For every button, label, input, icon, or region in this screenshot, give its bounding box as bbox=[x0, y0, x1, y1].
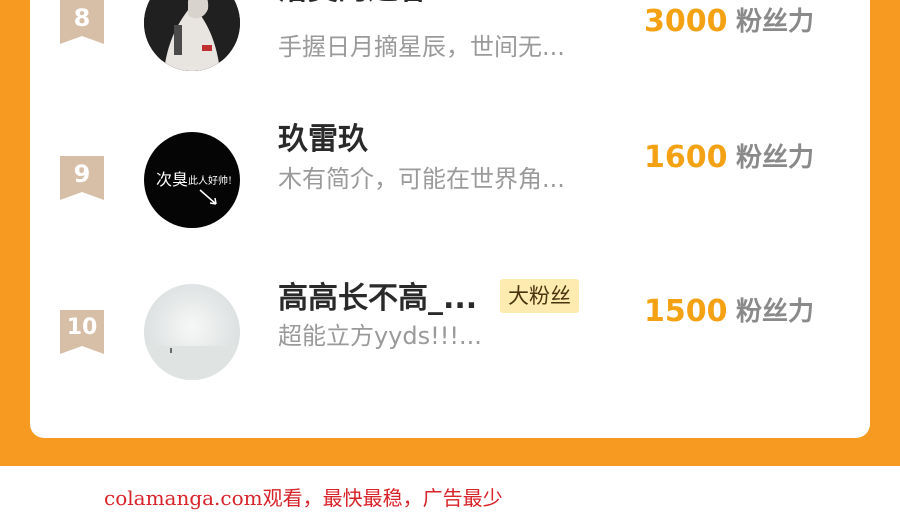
avatar[interactable] bbox=[144, 284, 240, 380]
list-item[interactable]: 8 洛莫的过客 手握日月摘星辰，世间无... 3000 粉丝力 bbox=[30, 0, 870, 90]
rank-badge: 9 bbox=[60, 156, 104, 200]
big-fan-badge: 大粉丝 bbox=[500, 279, 579, 313]
list-item[interactable]: 9 次臭 此人好帅! 玖雷玖 木有简介，可能在世界角... 1600 粉丝力 bbox=[30, 122, 870, 242]
user-name[interactable]: 洛莫的过客 bbox=[278, 0, 428, 8]
fans-power-value: 1600 bbox=[644, 140, 728, 175]
list-item[interactable]: 10 高高长不高_... 大粉丝 超能立方yyds!!!... 1500 粉丝力 bbox=[30, 279, 870, 394]
rank-badge: 8 bbox=[60, 0, 104, 44]
fans-power-unit: 粉丝力 bbox=[736, 7, 815, 37]
avatar[interactable]: 次臭 此人好帅! bbox=[144, 132, 240, 228]
avatar[interactable] bbox=[144, 0, 240, 71]
watermark-text: colamanga.com观看，最快最稳，广告最少 bbox=[104, 486, 503, 510]
arrow-icon bbox=[199, 189, 217, 205]
user-description: 木有简介，可能在世界角... bbox=[278, 165, 565, 193]
fans-power-unit: 粉丝力 bbox=[736, 297, 815, 327]
rank-number: 8 bbox=[73, 4, 91, 32]
rank-number: 9 bbox=[73, 160, 91, 188]
mist-landscape-icon bbox=[144, 284, 240, 380]
fan-ranking-card: 8 洛莫的过客 手握日月摘星辰，世间无... 3000 粉丝力 9 次臭 此人好… bbox=[30, 0, 870, 438]
fans-power-value: 1500 bbox=[644, 294, 728, 329]
avatar-photo-icon bbox=[144, 0, 240, 71]
user-name[interactable]: 玖雷玖 bbox=[278, 122, 368, 158]
fans-power-value: 3000 bbox=[644, 4, 728, 39]
user-description: 超能立方yyds!!!... bbox=[278, 322, 482, 350]
user-name[interactable]: 高高长不高_... bbox=[278, 281, 477, 317]
rank-badge: 10 bbox=[60, 310, 104, 354]
user-description: 手握日月摘星辰，世间无... bbox=[278, 33, 565, 61]
rank-number: 10 bbox=[66, 315, 98, 340]
fans-power-unit: 粉丝力 bbox=[736, 143, 815, 173]
